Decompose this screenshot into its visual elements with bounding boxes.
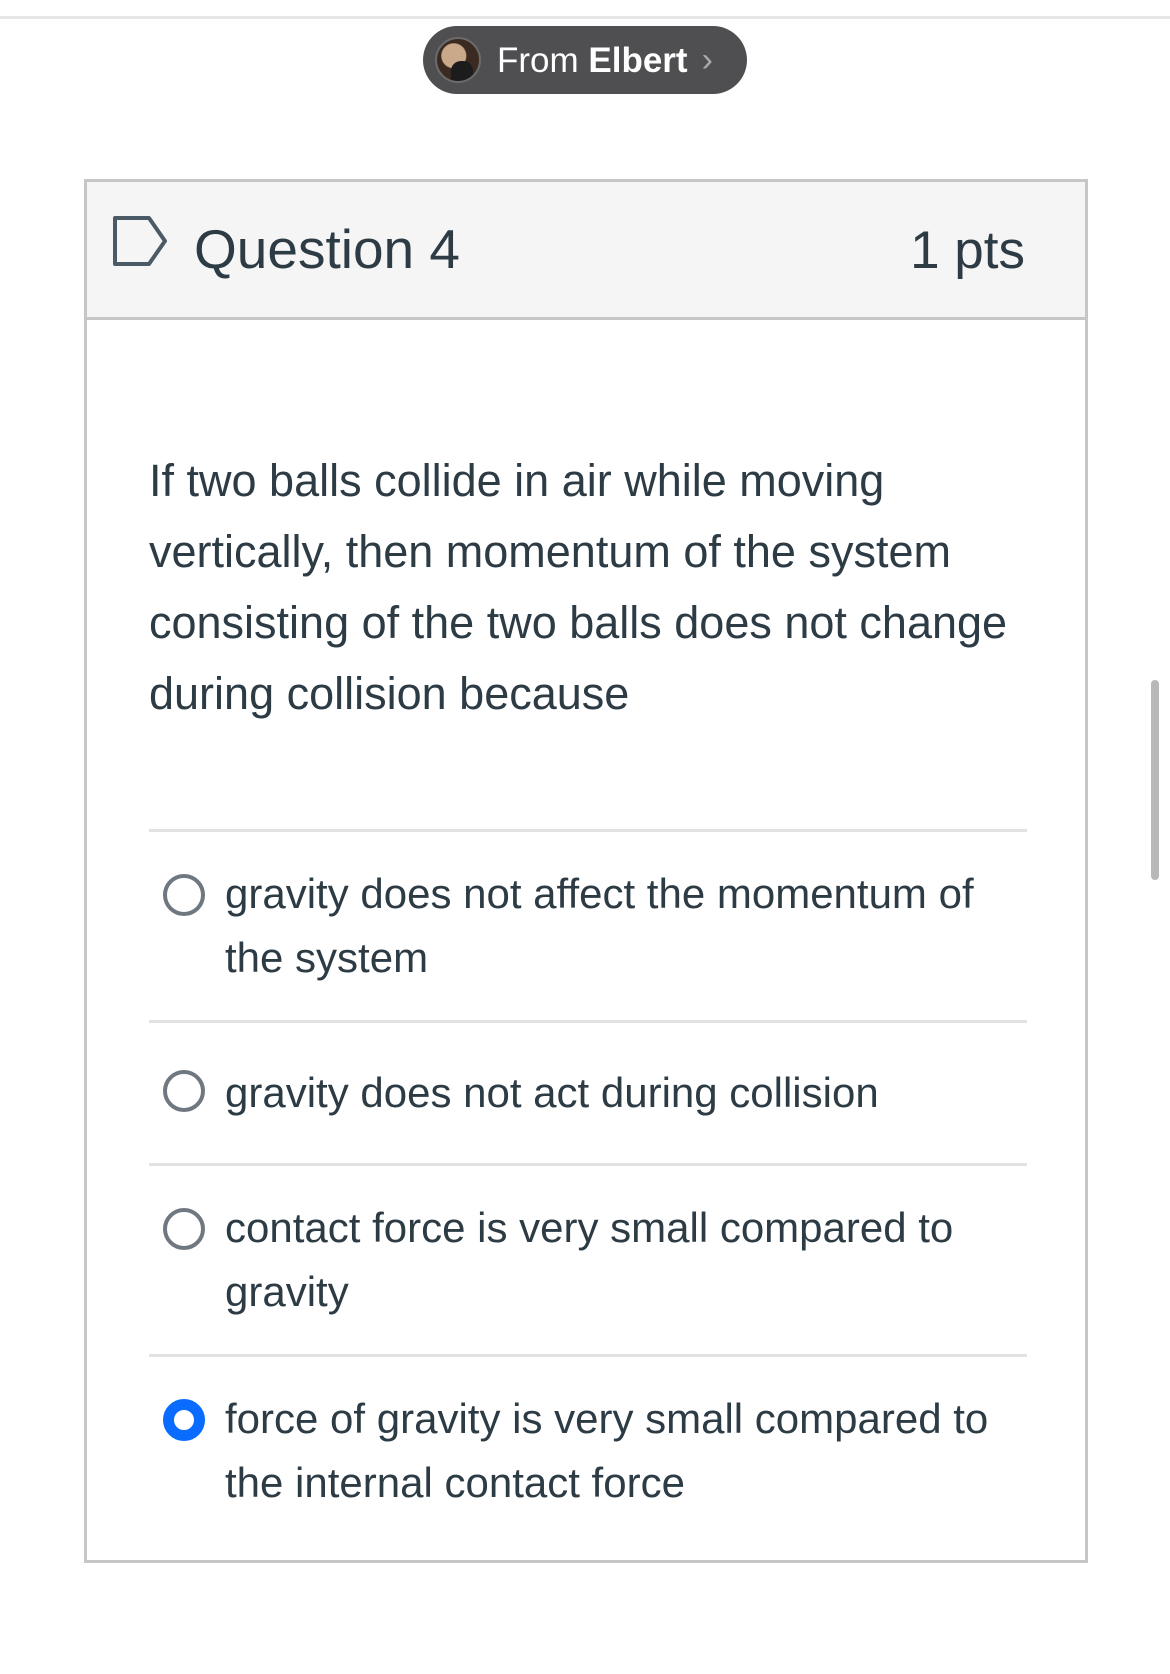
question-text: If two balls collide in air while moving… bbox=[149, 455, 1008, 719]
chevron-right-icon: › bbox=[701, 41, 713, 79]
scrollbar[interactable] bbox=[1151, 680, 1159, 880]
answer-list: gravity does not affect the momentum of … bbox=[149, 829, 1027, 1545]
from-label: From bbox=[497, 40, 579, 80]
radio-button-unchecked[interactable] bbox=[163, 1070, 205, 1112]
top-divider bbox=[0, 16, 1170, 19]
answer-option-3[interactable]: contact force is very small compared to … bbox=[149, 1163, 1027, 1354]
answer-option-2[interactable]: gravity does not act during collision bbox=[149, 1020, 1027, 1163]
radio-button-checked[interactable] bbox=[163, 1399, 205, 1441]
answer-label: contact force is very small compared to … bbox=[225, 1204, 954, 1315]
from-notification-pill[interactable]: From Elbert › bbox=[423, 26, 747, 94]
question-header: Question 4 1 pts bbox=[87, 182, 1085, 320]
question-title: Question 4 bbox=[194, 218, 461, 280]
question-points: 1 pts bbox=[910, 221, 1025, 280]
question-card: Question 4 1 pts If two balls collide in… bbox=[84, 179, 1088, 1563]
answer-label: gravity does not affect the momentum of … bbox=[225, 870, 974, 981]
sender-name: Elbert bbox=[588, 40, 688, 80]
sender-avatar bbox=[435, 37, 481, 83]
answer-option-1[interactable]: gravity does not affect the momentum of … bbox=[149, 829, 1027, 1020]
answer-label: force of gravity is very small compared … bbox=[225, 1395, 989, 1506]
answer-label: gravity does not act during collision bbox=[225, 1069, 879, 1116]
answer-option-4[interactable]: force of gravity is very small compared … bbox=[149, 1354, 1027, 1545]
flag-outline-icon[interactable] bbox=[111, 214, 171, 268]
notification-text: From Elbert bbox=[497, 43, 688, 78]
radio-button-unchecked[interactable] bbox=[163, 874, 205, 916]
radio-button-unchecked[interactable] bbox=[163, 1208, 205, 1250]
